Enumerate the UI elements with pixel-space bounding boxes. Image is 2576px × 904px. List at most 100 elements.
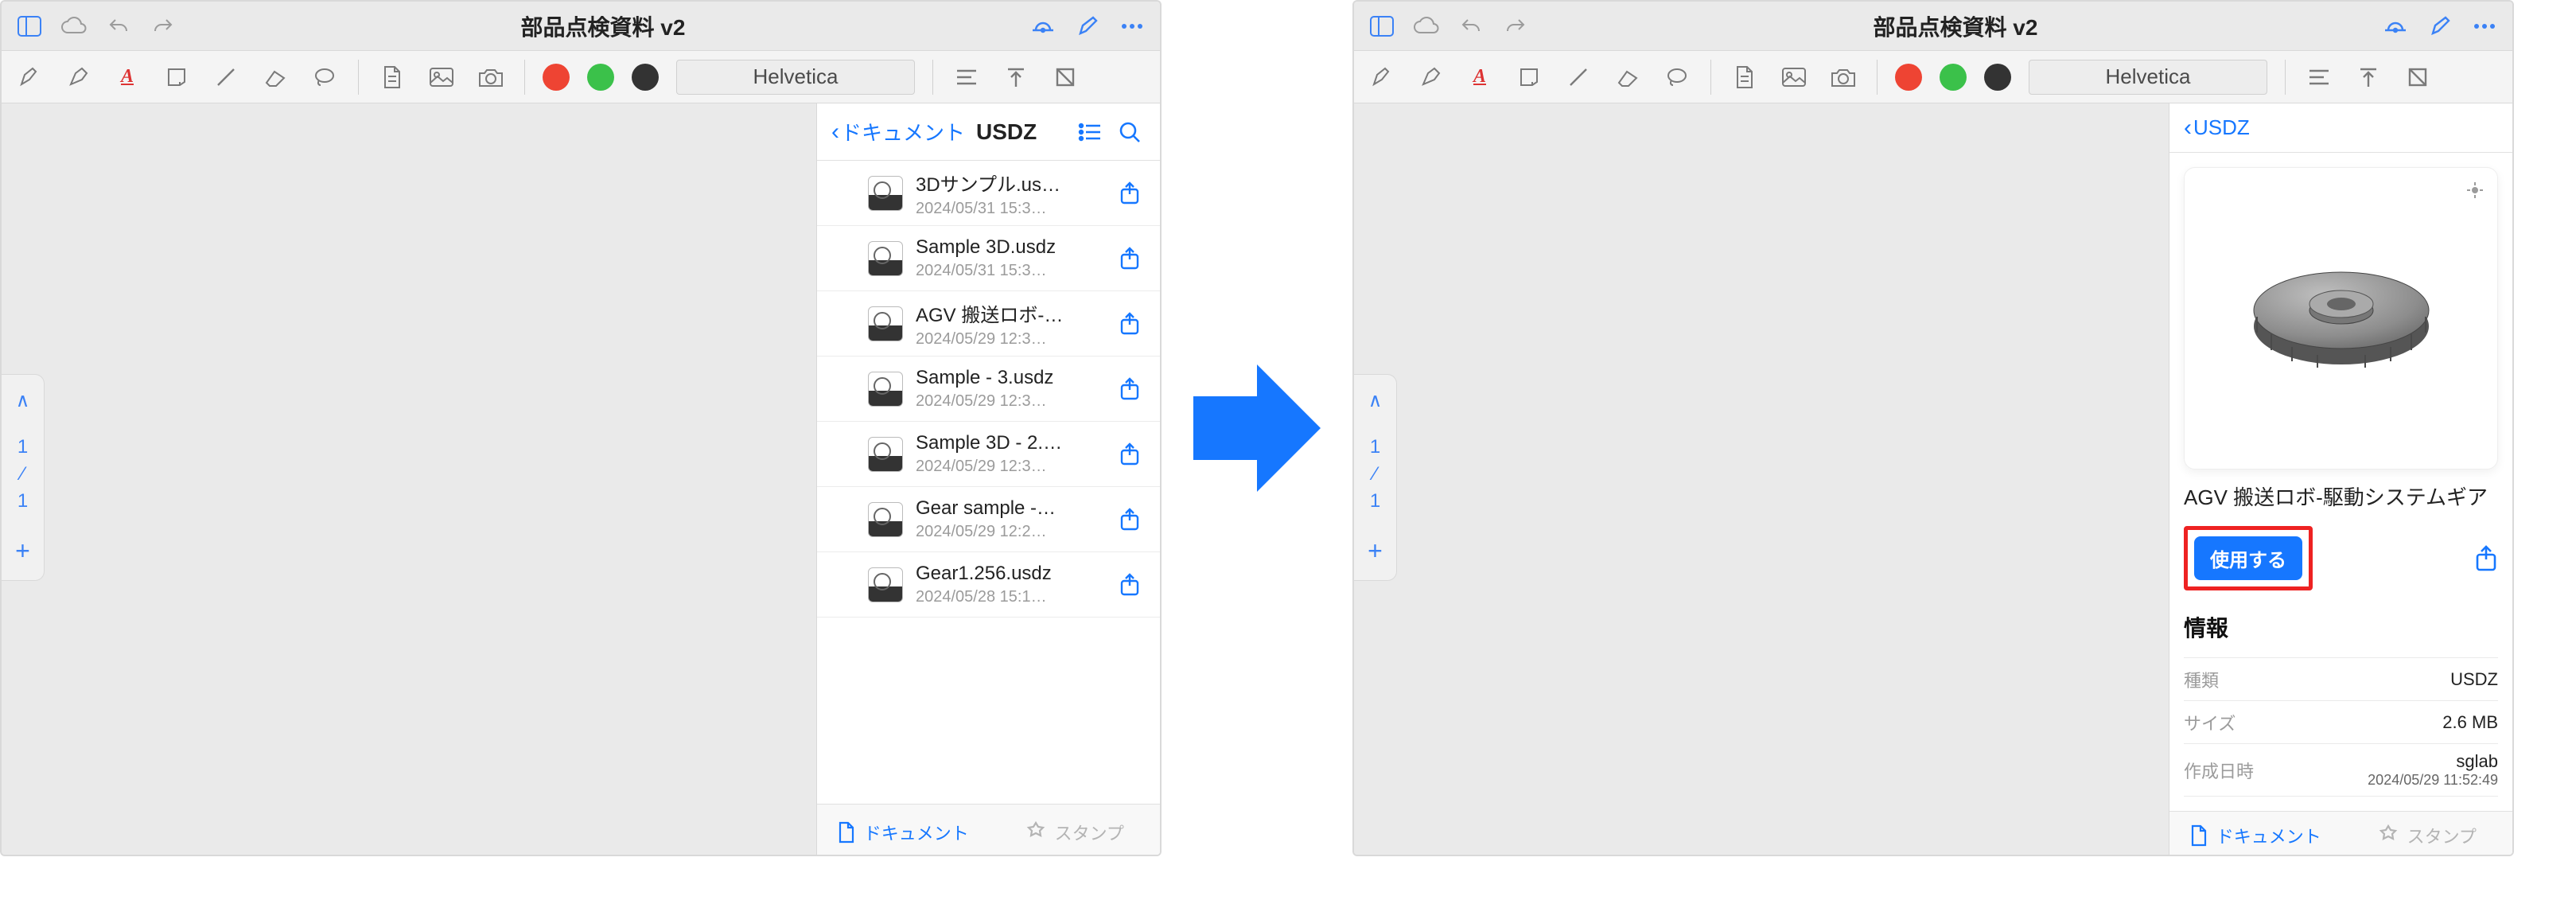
sidebar-toggle-icon[interactable] [1367,11,1397,41]
share-icon[interactable] [2474,545,2498,572]
share-icon[interactable] [1114,438,1146,470]
undo-icon[interactable] [1456,11,1486,41]
file-row[interactable]: Sample - 3.usdz 2024/05/29 12:3… [817,357,1160,422]
tab-stamp-label: スタンプ [1055,820,1124,845]
color-swatch-dark[interactable] [1984,64,2011,91]
share-icon[interactable] [1114,373,1146,405]
expand-icon[interactable] [2464,179,2486,201]
list-view-icon[interactable] [1074,116,1106,148]
share-icon[interactable] [1114,308,1146,340]
text-tool-icon[interactable]: A [111,61,143,93]
color-swatch-red[interactable] [543,64,570,91]
tab-document[interactable]: ドキュメント [817,805,989,856]
color-swatch-green[interactable] [1940,64,1967,91]
cloud-icon[interactable] [1411,11,1442,41]
color-swatch-red[interactable] [1895,64,1922,91]
panel-title: USDZ [976,119,1037,145]
file-row[interactable]: Gear sample -… 2024/05/29 12:2… [817,487,1160,552]
file-row[interactable]: Sample 3D - 2.… 2024/05/29 12:3… [817,422,1160,487]
camera-tool-icon[interactable] [1827,61,1859,93]
page-current: 1 [18,436,28,458]
undo-icon[interactable] [103,11,134,41]
gear-preview-icon [2238,231,2445,406]
lasso-tool-icon[interactable] [1661,61,1693,93]
info-value: USDZ [2450,669,2498,690]
align-icon[interactable] [2303,61,2335,93]
page-total: 1 [18,490,28,512]
file-name: Gear1.256.usdz [916,563,1101,585]
tab-stamp[interactable]: スタンプ [989,805,1161,856]
use-button[interactable]: 使用する [2194,536,2302,580]
camera-tool-icon[interactable] [475,61,507,93]
crop-icon[interactable] [2402,61,2434,93]
sidebar-toggle-icon[interactable] [14,11,45,41]
line-tool-icon[interactable] [1562,61,1594,93]
canvas-area[interactable]: ∧ 1 ∕ 1 + ‹ ドキュメント USDZ [2,103,1160,855]
arrow-up-icon[interactable] [2352,61,2384,93]
redo-icon[interactable] [148,11,178,41]
file-name: AGV 搬送ロボ-… [916,299,1101,327]
share-icon[interactable] [1114,504,1146,536]
share-icon[interactable] [1114,243,1146,275]
align-icon[interactable] [951,61,983,93]
pen-tool-icon[interactable] [1365,61,1397,93]
image-tool-icon[interactable] [1778,61,1810,93]
crop-icon[interactable] [1049,61,1081,93]
more-icon[interactable] [1117,11,1147,41]
back-button[interactable]: ‹ USDZ [2184,115,2250,142]
info-row: 作成日時 sglab 2024/05/29 11:52:49 [2184,744,2498,797]
edit-icon[interactable] [1072,11,1103,41]
preview-card[interactable] [2184,167,2498,470]
file-thumb-icon [868,372,903,407]
eraser-tool-icon[interactable] [259,61,291,93]
font-selector[interactable]: Helvetica [2029,60,2267,95]
share-icon[interactable] [1114,569,1146,601]
file-row[interactable]: 3Dサンプル.us… 2024/05/31 15:3… [817,161,1160,226]
file-date: 2024/05/31 15:3… [916,200,1101,218]
cloud-icon[interactable] [59,11,89,41]
tab-document[interactable]: ドキュメント [2169,812,2341,856]
add-page-icon[interactable]: + [15,536,30,566]
note-tool-icon[interactable] [161,61,193,93]
search-icon[interactable] [1114,116,1146,148]
tab-stamp[interactable]: スタンプ [2341,812,2513,856]
more-icon[interactable] [2469,11,2500,41]
document-tool-icon[interactable] [376,61,408,93]
back-label: ドキュメント [841,117,965,146]
page-slash-icon: ∕ [21,463,24,485]
arrow-up-icon[interactable] [1000,61,1032,93]
file-row[interactable]: Sample 3D.usdz 2024/05/31 15:3… [817,226,1160,291]
file-list[interactable]: 3Dサンプル.us… 2024/05/31 15:3… Sample 3D.us… [817,161,1160,804]
canvas-area[interactable]: ∧ 1 ∕ 1 + ‹ USDZ [1354,103,2512,855]
present-icon[interactable] [1028,11,1058,41]
page-rail-up-icon[interactable]: ∧ [16,389,30,412]
file-row[interactable]: Gear1.256.usdz 2024/05/28 15:1… [817,552,1160,618]
page-rail: ∧ 1 ∕ 1 + [2,374,45,581]
marker-tool-icon[interactable] [1414,61,1446,93]
document-tool-icon[interactable] [1729,61,1761,93]
file-name: Gear sample -… [916,497,1101,520]
font-selector[interactable]: Helvetica [676,60,915,95]
image-tool-icon[interactable] [426,61,457,93]
color-swatch-dark[interactable] [632,64,659,91]
file-row[interactable]: AGV 搬送ロボ-… 2024/05/29 12:3… [817,291,1160,357]
back-button[interactable]: ‹ ドキュメント [831,117,965,146]
tool-toolbar: A [1354,51,2512,103]
color-swatch-green[interactable] [587,64,614,91]
marker-tool-icon[interactable] [62,61,94,93]
share-icon[interactable] [1114,177,1146,209]
note-tool-icon[interactable] [1513,61,1545,93]
line-tool-icon[interactable] [210,61,242,93]
edit-icon[interactable] [2425,11,2455,41]
page-rail-up-icon[interactable]: ∧ [1368,389,1383,412]
pen-tool-icon[interactable] [13,61,45,93]
panel-footer: ドキュメント スタンプ [2169,811,2512,856]
chevron-left-icon: ‹ [831,119,839,146]
text-tool-icon[interactable]: A [1464,61,1496,93]
present-icon[interactable] [2380,11,2411,41]
redo-icon[interactable] [1500,11,1531,41]
eraser-tool-icon[interactable] [1612,61,1644,93]
tab-stamp-label: スタンプ [2407,823,2477,848]
add-page-icon[interactable]: + [1368,536,1383,566]
lasso-tool-icon[interactable] [309,61,340,93]
